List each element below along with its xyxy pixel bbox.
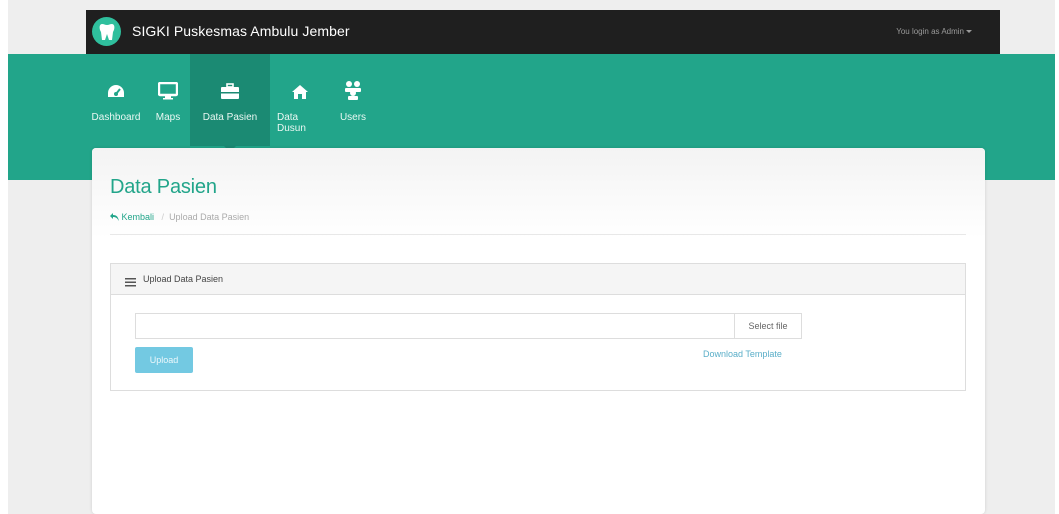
breadcrumb-back-label: Kembali <box>121 212 155 222</box>
dashboard-icon <box>107 78 125 100</box>
content-card: Data Pasien Kembali / Upload Data Pasien … <box>92 148 985 514</box>
home-icon <box>291 78 309 100</box>
nav-label: Data Dusun <box>277 112 306 134</box>
user-menu[interactable]: You login as Admin <box>896 27 972 36</box>
nav-label: Users <box>339 112 367 123</box>
nav-label: Dashboard <box>91 112 141 123</box>
brand-title[interactable]: SIGKI Puskesmas Ambulu Jember <box>132 23 350 39</box>
main-nav: Dashboard Maps Data Pasien Data Dusun Us… <box>86 54 376 152</box>
page-title: Data Pasien <box>110 176 217 198</box>
file-path-input[interactable] <box>135 313 735 339</box>
panel-title: Upload Data Pasien <box>143 274 224 284</box>
users-icon <box>344 78 362 100</box>
upload-button[interactable]: Upload <box>135 347 193 373</box>
monitor-icon <box>158 78 178 100</box>
download-template-link[interactable]: Download Template <box>703 349 782 359</box>
nav-label: Data Pasien <box>202 112 258 123</box>
nav-item-data-pasien[interactable]: Data Pasien <box>190 54 270 152</box>
user-menu-label: You login as Admin <box>896 27 964 36</box>
nav-item-data-dusun[interactable]: Data Dusun <box>270 54 330 146</box>
top-navbar: SIGKI Puskesmas Ambulu Jember You login … <box>86 10 1000 54</box>
nav-item-maps[interactable]: Maps <box>146 54 190 146</box>
card-header <box>92 148 985 238</box>
breadcrumb-current: Upload Data Pasien <box>169 212 250 222</box>
briefcase-icon <box>220 78 240 100</box>
tooth-logo-icon <box>92 17 121 46</box>
header-divider <box>110 234 966 235</box>
select-file-button[interactable]: Select file <box>734 313 802 339</box>
reply-icon <box>110 213 119 221</box>
list-icon <box>125 274 136 292</box>
nav-label: Maps <box>155 112 181 123</box>
breadcrumb-back-link[interactable]: Kembali <box>110 212 157 222</box>
nav-item-users[interactable]: Users <box>330 54 376 146</box>
caret-down-icon <box>966 30 972 34</box>
upload-panel: Upload Data Pasien Select file Upload Do… <box>110 263 966 391</box>
breadcrumb-separator: / <box>161 212 165 222</box>
nav-item-dashboard[interactable]: Dashboard <box>86 54 146 146</box>
panel-heading: Upload Data Pasien <box>111 264 965 295</box>
breadcrumb: Kembali / Upload Data Pasien <box>110 212 249 222</box>
